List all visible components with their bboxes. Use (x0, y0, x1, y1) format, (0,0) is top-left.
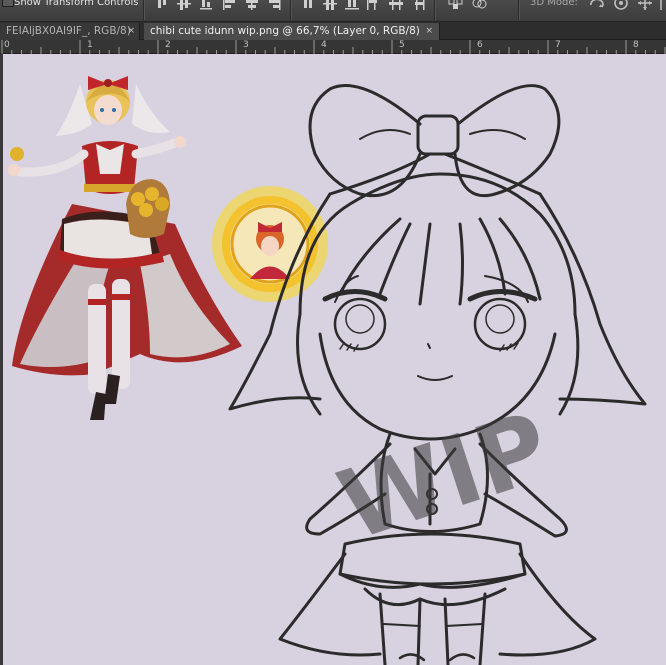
options-separator (434, 0, 435, 20)
distribute-left-icon[interactable] (366, 0, 382, 12)
auto-blend-layers-icon[interactable] (472, 0, 488, 12)
align-left-edges-icon[interactable] (222, 0, 238, 12)
3d-roll-icon[interactable] (612, 0, 630, 12)
align-top-edges-icon[interactable] (154, 0, 170, 12)
ruler-number: 3 (243, 40, 249, 50)
align-right-edges-icon[interactable] (266, 0, 282, 12)
ruler-number: 5 (399, 40, 405, 50)
document-tab-bar: FEIAljBX0AI9IF_, RGB/8) × chibi cute idu… (0, 22, 666, 40)
tab-chibi-cute-idunn-wip[interactable]: chibi cute idunn wip.png @ 66,7% (Layer … (144, 23, 440, 40)
3d-pan-icon[interactable] (636, 0, 654, 12)
show-transform-controls-checkbox[interactable] (2, 0, 14, 7)
options-bar: Show Transform Controls 3D Mode: (0, 0, 666, 22)
close-icon[interactable]: × (127, 23, 135, 39)
distribute-top-icon[interactable] (300, 0, 316, 12)
distribute-right-icon[interactable] (410, 0, 426, 12)
ruler-ticks (1, 40, 666, 54)
3d-mode-label: 3D Mode: (530, 0, 578, 8)
ruler-number: 1 (87, 40, 93, 50)
ruler-number: 8 (633, 40, 639, 50)
align-horizontal-centers-icon[interactable] (244, 0, 260, 12)
3d-rotate-icon[interactable] (588, 0, 606, 12)
tab-label: FEIAljBX0AI9IF_, RGB/8) (6, 25, 131, 37)
ruler-number: 2 (165, 40, 171, 50)
align-bottom-edges-icon[interactable] (198, 0, 214, 12)
canvas-artwork: WIP (8, 76, 647, 665)
options-separator (143, 0, 144, 20)
auto-align-layers-icon[interactable] (448, 0, 464, 12)
tab-label: chibi cute idunn wip.png @ 66,7% (Layer … (150, 25, 420, 37)
horizontal-ruler[interactable]: 0 1 2 3 4 5 6 7 8 (0, 40, 666, 54)
distribute-bottom-icon[interactable] (344, 0, 360, 12)
close-icon[interactable]: × (425, 23, 433, 39)
ruler-number: 4 (321, 40, 327, 50)
tab-feiaijbx0ai9if[interactable]: FEIAljBX0AI9IF_, RGB/8) × (0, 23, 140, 40)
chibi-line-art (228, 84, 647, 665)
3d-slide-icon[interactable] (656, 0, 666, 12)
character-icon-sticker (212, 186, 328, 302)
distribute-vertical-centers-icon[interactable] (322, 0, 338, 12)
distribute-horizontal-centers-icon[interactable] (388, 0, 404, 12)
reference-character-illustration (8, 76, 242, 420)
ruler-number: 0 (4, 40, 10, 50)
ruler-number: 6 (477, 40, 483, 50)
ruler-number: 7 (555, 40, 561, 50)
options-separator (518, 0, 519, 20)
options-separator (290, 0, 291, 20)
align-vertical-centers-icon[interactable] (176, 0, 192, 12)
show-transform-controls-label: Show Transform Controls (14, 0, 139, 8)
